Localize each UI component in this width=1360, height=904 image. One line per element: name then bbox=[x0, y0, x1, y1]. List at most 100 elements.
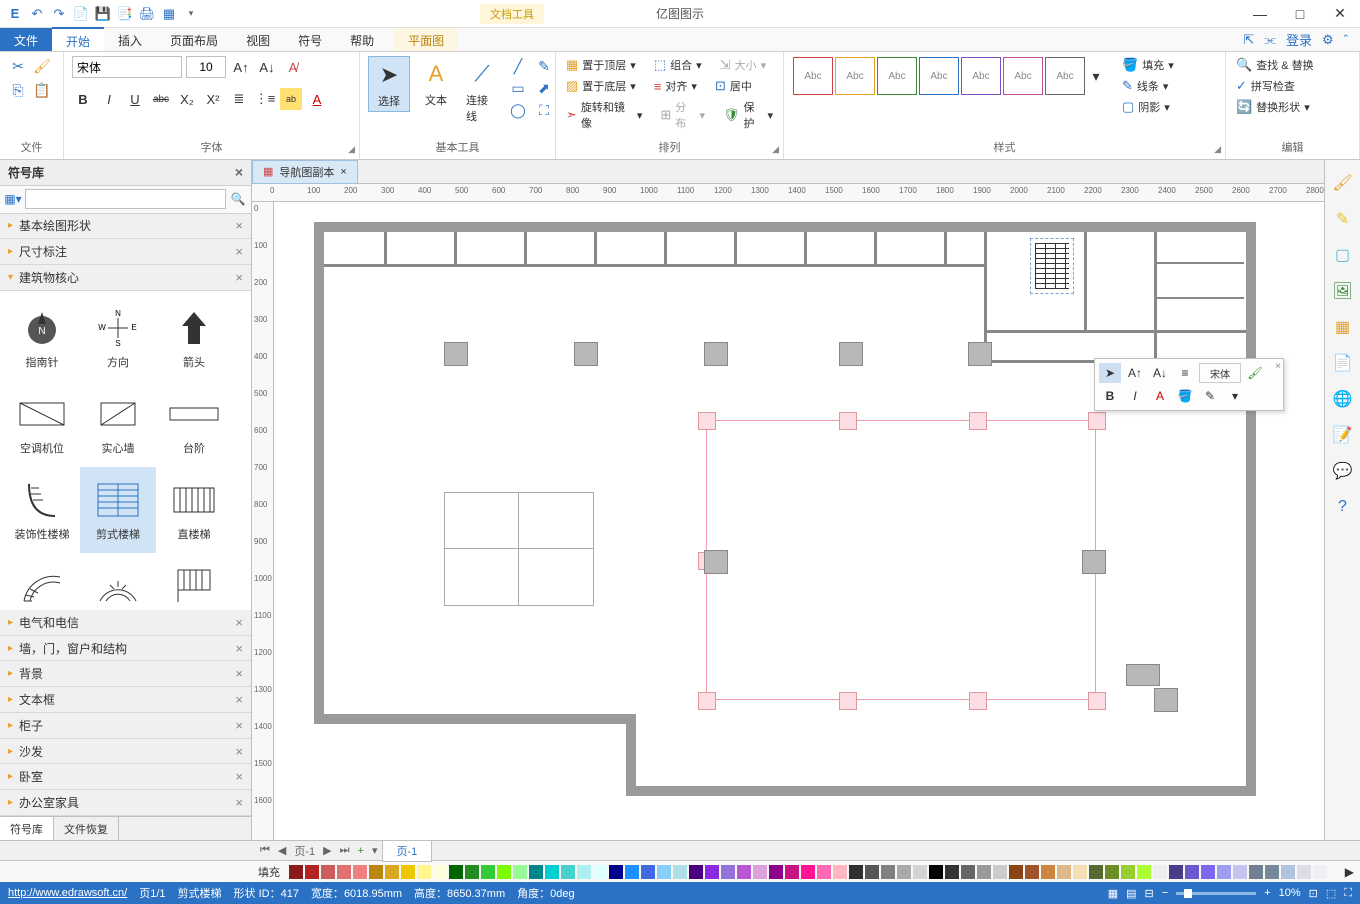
palette-next-icon[interactable]: ▶ bbox=[1339, 865, 1360, 879]
close-tab-icon[interactable]: × bbox=[340, 166, 346, 178]
selection-handle[interactable] bbox=[969, 412, 987, 430]
color-swatch[interactable] bbox=[689, 865, 703, 879]
color-swatch[interactable] bbox=[945, 865, 959, 879]
shape-scissor-stair[interactable]: 剪式楼梯 bbox=[80, 467, 156, 553]
category-building-core[interactable]: ▾建筑物核心× bbox=[0, 265, 251, 291]
category-textbox[interactable]: ▸文本框× bbox=[0, 687, 251, 713]
find-replace-button[interactable]: 🔍查找 & 替换 bbox=[1234, 56, 1316, 74]
wall[interactable] bbox=[384, 232, 387, 266]
style-preset[interactable]: Abc bbox=[1045, 57, 1085, 95]
page-dd-icon[interactable]: ▾ bbox=[368, 844, 382, 857]
color-swatch[interactable] bbox=[561, 865, 575, 879]
grow-font-icon[interactable]: A↑ bbox=[230, 56, 252, 78]
replace-shape-button[interactable]: 🔄替换形状 ▾ bbox=[1234, 98, 1316, 116]
color-swatch[interactable] bbox=[449, 865, 463, 879]
bottom-tab-library[interactable]: 符号库 bbox=[0, 817, 54, 840]
color-swatch[interactable] bbox=[1265, 865, 1279, 879]
column[interactable] bbox=[839, 342, 863, 366]
color-swatch[interactable] bbox=[433, 865, 447, 879]
rect-icon[interactable]: ▭ bbox=[508, 78, 528, 98]
color-swatch[interactable] bbox=[305, 865, 319, 879]
room[interactable] bbox=[444, 492, 594, 606]
shape-spiral-stair[interactable]: 螺旋式楼梯 bbox=[156, 553, 232, 610]
shape-curved-stair[interactable]: 弯曲楼梯 bbox=[4, 553, 80, 610]
highlight-icon[interactable]: ✎ bbox=[1332, 208, 1354, 230]
shape-step[interactable]: 台阶 bbox=[156, 381, 232, 467]
distribute-button[interactable]: ⊞分布 ▾ bbox=[658, 98, 707, 132]
category-office[interactable]: ▸办公室家具× bbox=[0, 790, 251, 816]
style-preset[interactable]: Abc bbox=[877, 57, 917, 95]
tab-help[interactable]: 帮助 bbox=[336, 28, 388, 51]
tab-view[interactable]: 视图 bbox=[232, 28, 284, 51]
qat-dropdown-icon[interactable]: ▾ bbox=[182, 5, 200, 23]
mini-bold-icon[interactable]: B bbox=[1099, 386, 1121, 406]
color-swatch[interactable] bbox=[865, 865, 879, 879]
shape-decorative-stair[interactable]: 装饰性楼梯 bbox=[4, 467, 80, 553]
arrange-dialog-launcher-icon[interactable]: ◢ bbox=[772, 144, 779, 155]
shape-arrow[interactable]: 箭头 bbox=[156, 295, 232, 381]
wall[interactable] bbox=[664, 232, 667, 266]
wall[interactable] bbox=[1246, 222, 1256, 796]
page-tab-1[interactable]: 页-1 bbox=[382, 840, 433, 862]
category-bedroom[interactable]: ▸卧室× bbox=[0, 764, 251, 790]
font-size-select[interactable] bbox=[186, 56, 226, 78]
color-swatch[interactable] bbox=[913, 865, 927, 879]
mini-grow-font-icon[interactable]: A↑ bbox=[1124, 363, 1146, 383]
wall[interactable] bbox=[874, 232, 877, 266]
mini-more-icon[interactable]: ▾ bbox=[1224, 386, 1246, 406]
page-last-icon[interactable]: ⏭ bbox=[336, 844, 354, 857]
color-swatch[interactable] bbox=[625, 865, 639, 879]
redo-icon[interactable]: ↷ bbox=[50, 5, 68, 23]
clear-format-icon[interactable]: A̸ bbox=[282, 56, 304, 78]
tab-symbols[interactable]: 符号 bbox=[284, 28, 336, 51]
selection-handle[interactable] bbox=[698, 692, 716, 710]
tab-insert[interactable]: 插入 bbox=[104, 28, 156, 51]
selection-box[interactable] bbox=[706, 420, 1096, 700]
column[interactable] bbox=[1082, 550, 1106, 574]
spell-check-button[interactable]: ✓拼写检查 bbox=[1234, 77, 1316, 95]
color-swatch[interactable] bbox=[385, 865, 399, 879]
color-swatch[interactable] bbox=[1281, 865, 1295, 879]
mini-fill-icon[interactable]: 🪣 bbox=[1174, 386, 1196, 406]
select-tool-button[interactable]: ➤选择 bbox=[368, 56, 410, 112]
paste-icon[interactable]: 📋 bbox=[32, 80, 52, 100]
shape-solid-wall[interactable]: 实心墙 bbox=[80, 381, 156, 467]
line-button[interactable]: ✎线条 ▾ bbox=[1120, 77, 1176, 95]
bottom-tab-recovery[interactable]: 文件恢复 bbox=[54, 817, 119, 840]
wall[interactable] bbox=[524, 232, 527, 266]
color-swatch[interactable] bbox=[513, 865, 527, 879]
layers-icon[interactable]: ▦ bbox=[1332, 316, 1354, 338]
pen-icon[interactable]: ✎ bbox=[534, 56, 554, 76]
wall[interactable] bbox=[1154, 297, 1244, 299]
format-painter-icon[interactable]: 🖌 bbox=[32, 56, 52, 76]
fill-button[interactable]: 🪣填充 ▾ bbox=[1120, 56, 1176, 74]
shape-straight-stair[interactable]: 直楼梯 bbox=[156, 467, 232, 553]
category-dimensions[interactable]: ▸尺寸标注× bbox=[0, 239, 251, 265]
color-swatch[interactable] bbox=[881, 865, 895, 879]
color-swatch[interactable] bbox=[465, 865, 479, 879]
color-swatch[interactable] bbox=[1025, 865, 1039, 879]
color-swatch[interactable] bbox=[801, 865, 815, 879]
selection-handle[interactable] bbox=[1088, 412, 1106, 430]
view-outline-icon[interactable]: ▤ bbox=[1126, 887, 1136, 900]
color-swatch[interactable] bbox=[481, 865, 495, 879]
color-swatch[interactable] bbox=[1313, 865, 1327, 879]
color-swatch[interactable] bbox=[353, 865, 367, 879]
undo-icon[interactable]: ↶ bbox=[28, 5, 46, 23]
wall[interactable] bbox=[1084, 232, 1087, 332]
align-button[interactable]: ≡对齐 ▾ bbox=[652, 77, 699, 95]
wall[interactable] bbox=[626, 786, 1254, 796]
tab-floorplan[interactable]: 平面图 bbox=[394, 28, 458, 51]
new-icon[interactable]: 📄 bbox=[72, 5, 90, 23]
color-swatch[interactable] bbox=[1297, 865, 1311, 879]
app-logo-icon[interactable]: E bbox=[6, 5, 24, 23]
color-swatch[interactable] bbox=[593, 865, 607, 879]
line-icon[interactable]: ╱ bbox=[508, 56, 528, 76]
shape-direction[interactable]: NEWS方向 bbox=[80, 295, 156, 381]
color-swatch[interactable] bbox=[929, 865, 943, 879]
zoom-out-icon[interactable]: − bbox=[1162, 887, 1168, 899]
web-icon[interactable]: 🌐 bbox=[1332, 388, 1354, 410]
column[interactable] bbox=[968, 342, 992, 366]
color-swatch[interactable] bbox=[1105, 865, 1119, 879]
ellipse-icon[interactable]: ◯ bbox=[508, 100, 528, 120]
